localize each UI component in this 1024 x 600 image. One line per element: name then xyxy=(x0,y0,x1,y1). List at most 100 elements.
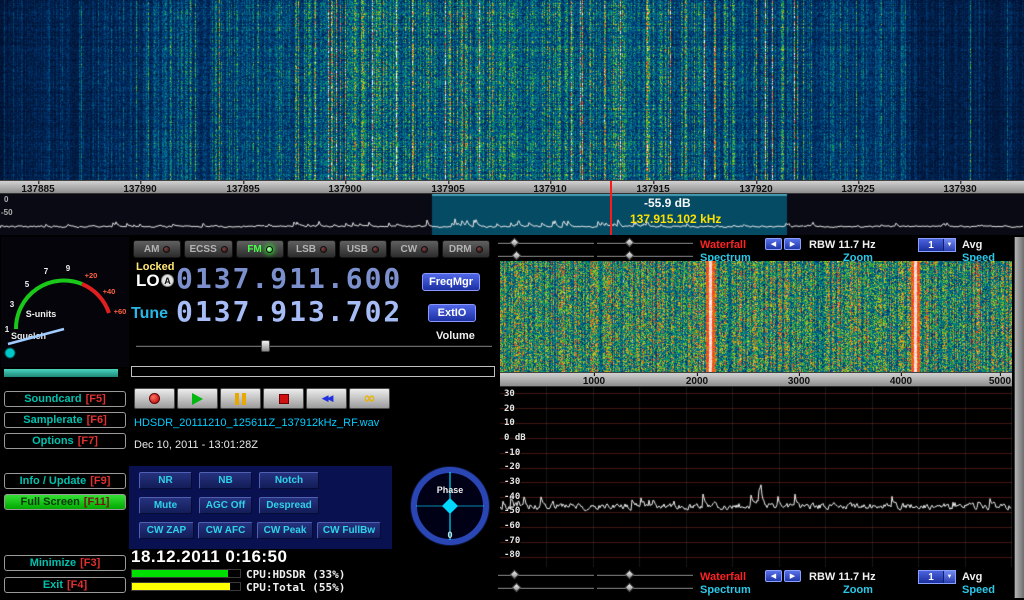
agc-off-button[interactable]: AGC Off xyxy=(199,497,252,514)
mode-led xyxy=(221,246,228,253)
slider-thumb[interactable] xyxy=(624,251,634,261)
s-units-label: S-units xyxy=(26,309,57,319)
record-icon xyxy=(149,393,160,404)
slider-thumb[interactable] xyxy=(512,583,522,593)
rewind-button[interactable]: ◀◀ xyxy=(306,388,347,409)
extio-button[interactable]: ExtIO xyxy=(428,304,476,322)
shift-right-button-bottom[interactable]: ▶ xyxy=(784,570,801,582)
audio-frequency-ruler[interactable]: 1000 2000 3000 4000 5000 xyxy=(500,372,1012,387)
button-label: Exit xyxy=(43,579,63,591)
cw-fullbw-button[interactable]: CW FullBw xyxy=(317,522,381,539)
mode-label: USB xyxy=(347,244,368,255)
despread-button[interactable]: Despread xyxy=(259,497,319,514)
info-update-button[interactable]: Info / Update[F9] xyxy=(4,473,126,489)
cw-afc-button[interactable]: CW AFC xyxy=(198,522,253,539)
mode-ecss-button[interactable]: ECSS xyxy=(184,240,232,258)
display-control-bar-bottom: Waterfall Spectrum ◀ ▶ RBW 11.7 Hz Zoom … xyxy=(498,569,1014,596)
slider-thumb[interactable] xyxy=(624,583,634,593)
nr-button[interactable]: NR xyxy=(139,472,192,489)
phase-dial[interactable]: Phase 0 xyxy=(409,464,491,548)
cw-zap-button[interactable]: CW ZAP xyxy=(139,522,194,539)
lo-auto-badge[interactable]: A xyxy=(161,274,174,287)
playback-position-bar[interactable] xyxy=(131,366,495,377)
volume-slider[interactable] xyxy=(136,341,492,350)
freq-ruler-label: 137915 xyxy=(636,184,669,194)
squelch-level-bar[interactable] xyxy=(4,369,118,377)
db-axis: 30 20 10 0 dB -10 -20 -30 -40 -50 -60 -7… xyxy=(500,387,560,567)
notch-button[interactable]: Notch xyxy=(259,472,319,489)
fkey-label: [F3] xyxy=(80,557,100,569)
arrow-right-icon: ▶ xyxy=(790,572,795,580)
tune-frequency-digits[interactable]: 0137.913.702 xyxy=(176,298,402,326)
slider-thumb[interactable] xyxy=(510,570,520,580)
play-button[interactable] xyxy=(177,388,218,409)
exit-button[interactable]: Exit[F4] xyxy=(4,577,126,593)
avg-select[interactable]: 1 ▼ xyxy=(918,238,956,252)
waterfall-label-bottom: Waterfall xyxy=(700,571,746,583)
db-axis-label: -60 xyxy=(504,521,520,531)
cpu-hdsdr-bar xyxy=(131,569,241,578)
mute-button[interactable]: Mute xyxy=(139,497,192,514)
waterfall-min-slider-bottom[interactable] xyxy=(498,570,594,579)
right-scroll-strip[interactable] xyxy=(1014,237,1024,598)
mode-led xyxy=(372,246,379,253)
tune-cursor-line[interactable] xyxy=(610,181,612,235)
slider-thumb[interactable] xyxy=(510,238,520,248)
pause-button[interactable] xyxy=(220,388,261,409)
freqmgr-button[interactable]: FreqMgr xyxy=(422,273,480,291)
hdsdr-app: 137885 137890 137895 137900 137905 13791… xyxy=(0,0,1024,600)
mode-cw-button[interactable]: CW xyxy=(390,240,438,258)
samplerate-button[interactable]: Samplerate[F6] xyxy=(4,412,126,428)
loop-button[interactable]: ∞ xyxy=(349,388,390,409)
freq-ruler-label: 137925 xyxy=(841,184,874,194)
right-spectrum[interactable] xyxy=(500,387,1012,567)
shift-right-button[interactable]: ▶ xyxy=(784,238,801,250)
cw-peak-button[interactable]: CW Peak xyxy=(257,522,313,539)
wf-ruler-label: 1000 xyxy=(583,376,605,387)
nb-button[interactable]: NB xyxy=(199,472,252,489)
slider-thumb[interactable] xyxy=(261,340,270,352)
mode-drm-button[interactable]: DRM xyxy=(442,240,490,258)
fkey-label: [F11] xyxy=(84,496,110,508)
spectrum-max-slider[interactable] xyxy=(597,251,693,260)
record-button[interactable] xyxy=(134,388,175,409)
shift-left-button-bottom[interactable]: ◀ xyxy=(765,570,782,582)
minimize-button[interactable]: Minimize[F3] xyxy=(4,555,126,571)
lo-frequency-digits[interactable]: 0137.911.600 xyxy=(176,265,402,293)
spectrum-min-slider[interactable] xyxy=(498,251,594,260)
waterfall-max-slider[interactable] xyxy=(597,238,693,247)
fullscreen-button[interactable]: Full Screen[F11] xyxy=(4,494,126,510)
stop-button[interactable] xyxy=(263,388,304,409)
mode-label: CW xyxy=(400,244,417,255)
avg-select-bottom[interactable]: 1 ▼ xyxy=(918,570,956,584)
button-label: Samplerate xyxy=(23,414,82,426)
mode-am-button[interactable]: AM xyxy=(133,240,181,258)
mode-usb-button[interactable]: USB xyxy=(339,240,387,258)
slider-thumb[interactable] xyxy=(512,251,522,261)
clock-display: 18.12.2011 0:16:50 xyxy=(131,547,287,567)
waterfall-min-slider[interactable] xyxy=(498,238,594,247)
right-waterfall[interactable] xyxy=(500,261,1012,372)
strip-spectrum[interactable] xyxy=(0,194,1024,235)
s-meter-tick: 5 xyxy=(25,280,30,289)
db-axis-label: -50 xyxy=(504,506,520,516)
rewind-icon: ◀◀ xyxy=(322,394,332,404)
slider-thumb[interactable] xyxy=(624,238,634,248)
frequency-ruler[interactable]: 137885 137890 137895 137900 137905 13791… xyxy=(0,180,1024,194)
arrow-left-icon: ◀ xyxy=(771,240,776,248)
cpu-hdsdr-text: CPU:HDSDR (33%) xyxy=(246,568,345,581)
waterfall-max-slider-bottom[interactable] xyxy=(597,570,693,579)
mode-lsb-button[interactable]: LSB xyxy=(287,240,335,258)
main-waterfall[interactable] xyxy=(0,0,1024,180)
squelch-knob[interactable] xyxy=(5,348,15,358)
soundcard-button[interactable]: Soundcard[F5] xyxy=(4,391,126,407)
cpu-total-bar-fill xyxy=(132,583,230,590)
options-button[interactable]: Options[F7] xyxy=(4,433,126,449)
slider-thumb[interactable] xyxy=(624,570,634,580)
spectrum-max-slider-bottom[interactable] xyxy=(597,583,693,592)
shift-left-button[interactable]: ◀ xyxy=(765,238,782,250)
mode-fm-button[interactable]: FM xyxy=(236,240,284,258)
fkey-label: [F5] xyxy=(86,393,106,405)
mode-label: AM xyxy=(144,244,160,255)
spectrum-min-slider-bottom[interactable] xyxy=(498,583,594,592)
